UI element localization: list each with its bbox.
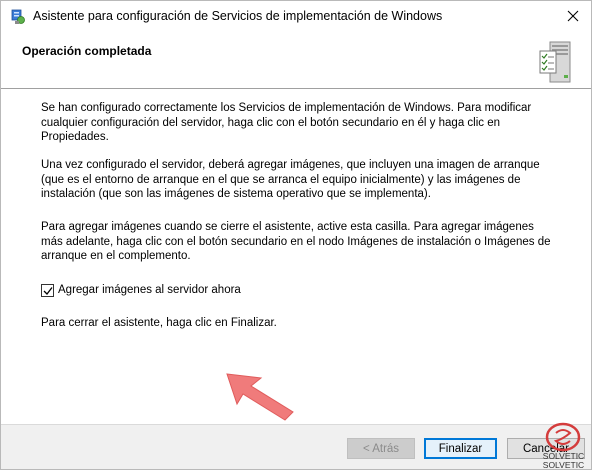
red-arrow-pointer-icon [226,373,294,421]
wizard-window: Asistente para configuración de Servicio… [0,0,592,470]
page-title: Operación completada [22,44,152,58]
info-paragraph-4: Para cerrar el asistente, haga clic en F… [41,317,277,329]
watermark: SOLVETIC SOLVETIC [536,421,591,470]
wizard-header: Operación completada [1,31,591,88]
info-paragraph-2: Una vez configurado el servidor, deberá … [41,159,540,201]
wizard-content: Se han configurado correctamente los Ser… [1,90,591,424]
finish-button[interactable]: Finalizar [424,438,497,459]
close-icon [567,10,579,22]
add-images-checkbox-label: Agregar imágenes al servidor ahora [58,284,241,296]
wizard-app-icon [11,9,25,24]
watermark-text-repeat: SOLVETIC [542,460,585,470]
add-images-checkbox[interactable] [41,283,54,297]
close-button[interactable] [555,1,591,31]
add-images-checkbox-row[interactable]: Agregar imágenes al servidor ahora [41,282,241,298]
wizard-footer: < Atrás Finalizar Cancelar [1,425,591,469]
info-paragraph-1: Se han configurado correctamente los Ser… [41,102,532,144]
window-title: Asistente para configuración de Servicio… [33,9,443,23]
server-checklist-icon [539,41,571,83]
back-button[interactable]: < Atrás [347,438,415,459]
info-paragraph-3: Para agregar imágenes cuando se cierre e… [41,221,551,263]
checkmark-icon [43,286,53,295]
title-bar: Asistente para configuración de Servicio… [1,1,591,31]
